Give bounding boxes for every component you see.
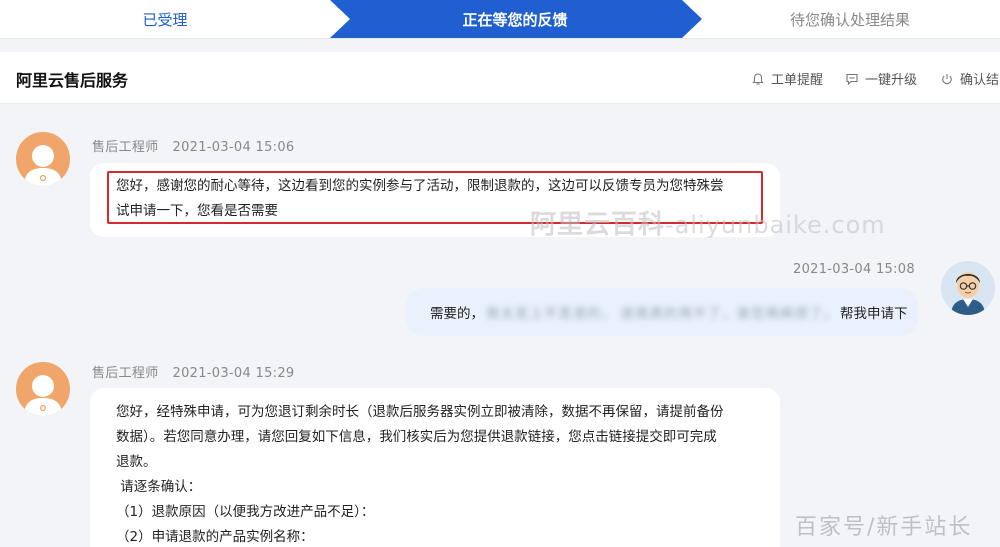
confirm-close-label: 确认结 [960, 73, 1000, 88]
step-awaiting-feedback: 正在等您的反馈 [462, 10, 568, 29]
message-icon [846, 73, 858, 85]
agent-message-bubble: 您好，经特殊申请，可为您退订剩余时长（退款后服务器实例立即被清除，数据不再保留，… [90, 388, 780, 547]
confirm-close-button[interactable]: 确认结 [940, 69, 999, 88]
watermark-domain: -aliyunbaike.com [665, 211, 886, 239]
message-line: 退款。 [116, 454, 157, 470]
agent-avatar [16, 362, 70, 416]
one-click-upgrade-label: 一键升级 [865, 73, 918, 88]
bell-icon [752, 72, 764, 85]
message-line: 数据）。若您同意办理，请您回复如下信息，我们核实后为您提供退款链接，您点击链接提… [116, 429, 717, 445]
message-line: （2）申请退款的产品实例名称： [116, 529, 314, 545]
message-time: 2021-03-04 15:08 [793, 262, 915, 277]
one-click-upgrade-button[interactable]: 一键升级 [845, 69, 917, 88]
message-text: 帮我申请下 [840, 306, 908, 322]
power-icon [942, 73, 952, 84]
message-meta: 售后工程师 2021-03-04 15:29 [92, 362, 294, 381]
message-meta: 售后工程师 2021-03-04 15:06 [92, 136, 294, 155]
sender-name: 售后工程师 [92, 366, 159, 381]
page-title: 阿里云售后服务 [16, 71, 129, 90]
ticket-remind-button[interactable]: 工单提醒 [751, 69, 823, 88]
watermark: 阿里云百科-aliyunbaike.com [530, 204, 886, 241]
user-avatar [941, 261, 995, 315]
user-cartoon-icon [941, 261, 995, 315]
message-time: 2021-03-04 15:29 [172, 366, 295, 381]
message-line: 请逐条确认： [116, 479, 202, 495]
step-confirm-result: 待您确认处理结果 [789, 10, 910, 29]
step-accepted: 已受理 [142, 10, 188, 29]
sender-name: 售后工程师 [92, 140, 159, 155]
support-agent-icon [24, 142, 62, 186]
chat-conversation[interactable]: 售后工程师 2021-03-04 15:06 您好，感谢您的耐心等待，这边看到您的… [0, 105, 1000, 547]
blurred-text: 我太变上不变退的， [486, 306, 617, 322]
message-line: 您好，经特殊申请，可为您退订剩余时长（退款后服务器实例立即被清除，数据不再保留，… [116, 404, 724, 420]
progress-steps: 已受理 正在等您的反馈 待您确认处理结果 [0, 0, 1000, 38]
section-divider [0, 38, 1000, 52]
message-text: 需要的， [430, 306, 484, 322]
support-agent-icon [24, 372, 62, 416]
blurred-text: 退我真的用不了，谁您再麻烦了。 [620, 306, 838, 322]
watermark-text: 阿里云百科 [530, 210, 666, 240]
user-message-bubble: 需要的， 我太变上不变退的， 退我真的用不了，谁您再麻烦了。 帮我申请下 [406, 288, 918, 336]
agent-avatar [16, 132, 70, 186]
message-time: 2021-03-04 15:06 [172, 140, 295, 155]
ticket-header: 阿里云售后服务 工单提醒 一键升级 确认结 [0, 52, 1000, 104]
message-line: （1）退款原因（以便我方改进产品不足）： [116, 504, 375, 520]
corner-watermark: 百家号/新手站长 [795, 515, 973, 540]
ticket-remind-label: 工单提醒 [771, 73, 824, 88]
